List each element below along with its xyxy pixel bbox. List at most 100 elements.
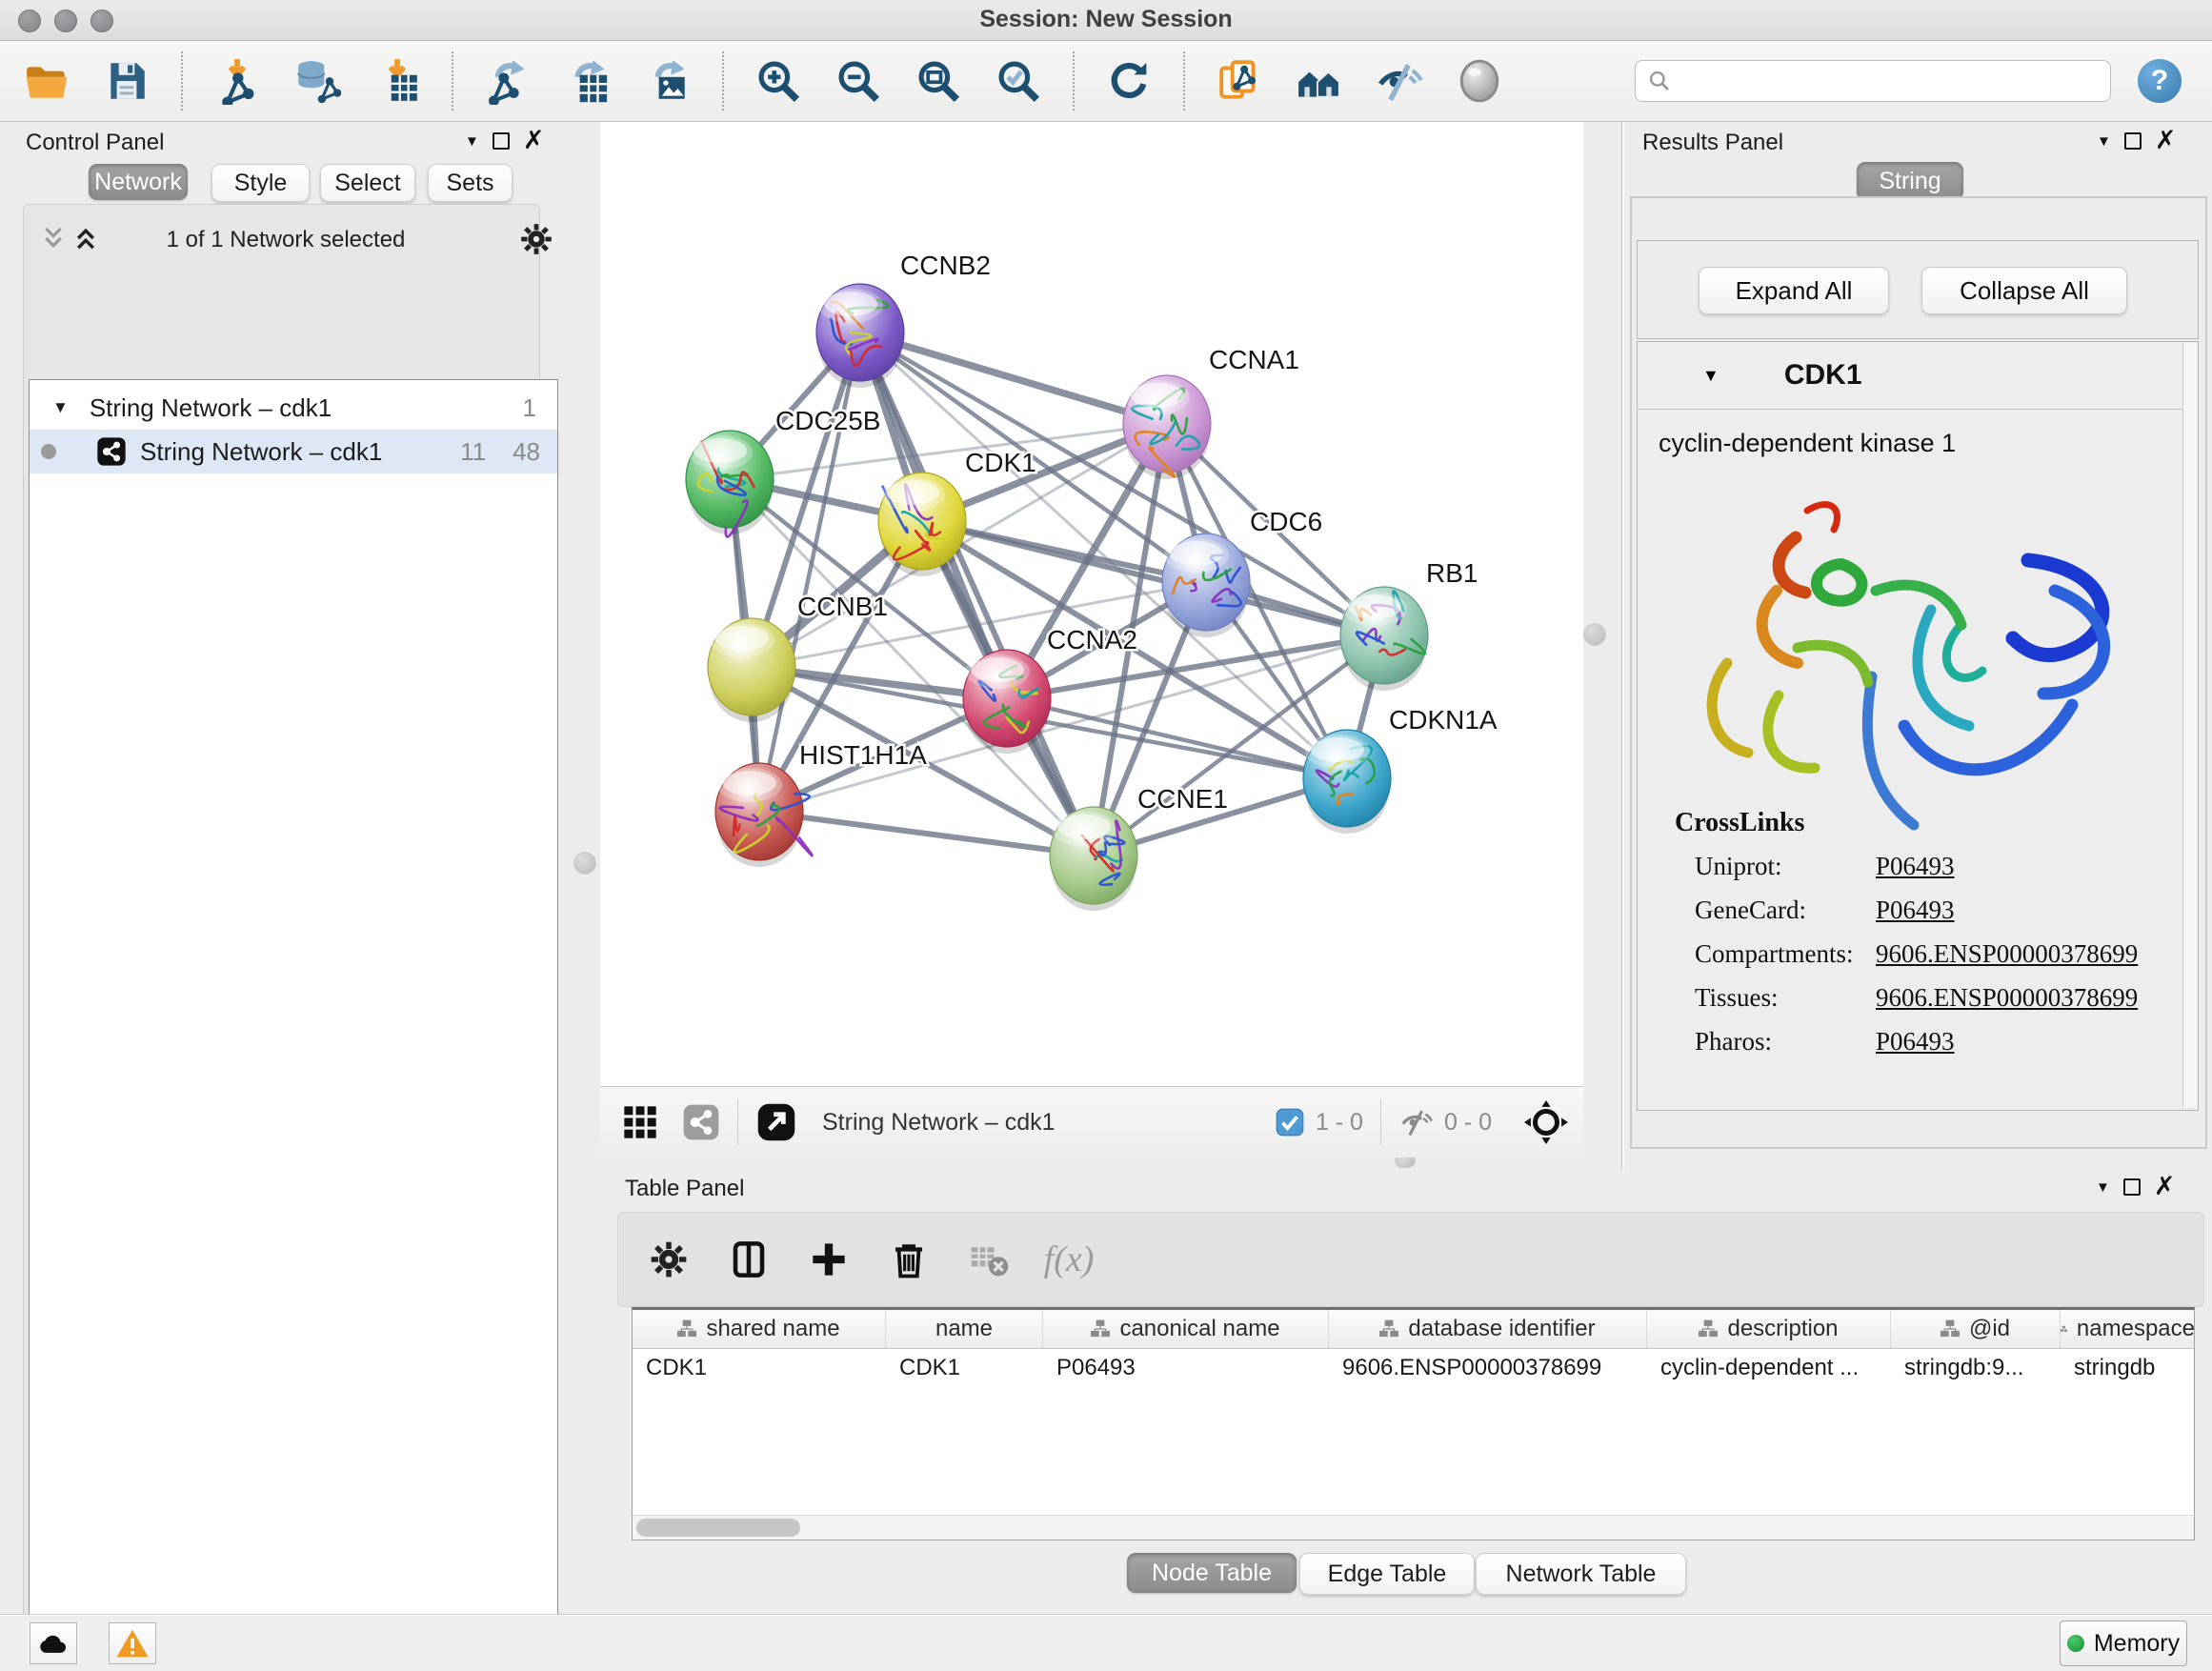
- network-collection-row[interactable]: ▼ String Network – cdk1 1: [30, 386, 557, 430]
- share-network-gray-icon[interactable]: [682, 1103, 720, 1141]
- warnings-button[interactable]: [109, 1622, 156, 1664]
- tab-style[interactable]: Style: [211, 164, 310, 202]
- export-network-icon[interactable]: [480, 53, 535, 109]
- cloud-status-button[interactable]: [30, 1622, 77, 1664]
- pharos-link[interactable]: P06493: [1876, 1027, 1955, 1057]
- string-network-graph[interactable]: CCNB2CCNA1CDC25BCDK1CDC6RB1CCNB1CCNA2CDK…: [600, 122, 1583, 1086]
- column-header--id[interactable]: @id: [1891, 1310, 2061, 1348]
- tab-network[interactable]: Network: [89, 164, 188, 200]
- table-row[interactable]: CDK1CDK1P064939606.ENSP00000378699cyclin…: [633, 1349, 2194, 1387]
- scrollbar-thumb[interactable]: [636, 1519, 800, 1537]
- compartments-link[interactable]: 9606.ENSP00000378699: [1876, 939, 2138, 969]
- hide-panels-icon[interactable]: [1372, 53, 1427, 109]
- zoom-out-icon[interactable]: [831, 53, 886, 109]
- table-horizontal-scrollbar[interactable]: [632, 1515, 2195, 1540]
- right-splitter-handle[interactable]: [1583, 623, 1606, 646]
- column-header-shared-name[interactable]: shared name: [633, 1310, 886, 1348]
- network-node-CDKN1A[interactable]: [1303, 730, 1391, 827]
- help-button[interactable]: ?: [2138, 59, 2182, 103]
- network-row-selected[interactable]: String Network – cdk1 11 48: [30, 430, 557, 473]
- gene-section-header[interactable]: ▼ CDK1: [1638, 342, 2196, 410]
- import-database-icon[interactable]: [290, 53, 345, 109]
- crosslink-label: Tissues:: [1695, 983, 1779, 1013]
- control-panel-float-icon[interactable]: [493, 132, 510, 150]
- network-node-CDK1[interactable]: [878, 473, 966, 570]
- network-options-gear-icon[interactable]: [518, 221, 554, 257]
- control-panel-collapse-icon[interactable]: ▼: [465, 133, 479, 150]
- zoom-fit-icon[interactable]: [911, 53, 966, 109]
- fit-selected-crosshair-icon[interactable]: [1524, 1100, 1568, 1144]
- network-node-CDC6[interactable]: [1162, 534, 1250, 631]
- column-header-canonical-name[interactable]: canonical name: [1043, 1310, 1329, 1348]
- import-table-icon[interactable]: [370, 53, 425, 109]
- tab-sets[interactable]: Sets: [428, 164, 513, 202]
- network-node-CCNA2[interactable]: [963, 650, 1051, 747]
- table-panel-collapse-icon[interactable]: ▼: [2096, 1179, 2110, 1196]
- table-panel-float-icon[interactable]: [2123, 1178, 2141, 1196]
- title-bar: Session: New Session: [0, 0, 2212, 41]
- tab-node-table[interactable]: Node Table: [1127, 1553, 1297, 1593]
- table-cell[interactable]: P06493: [1043, 1349, 1329, 1387]
- tree-expander-icon[interactable]: ▼: [52, 398, 69, 417]
- toolbar-group: [183, 51, 453, 111]
- network-node-CDC25B[interactable]: [686, 431, 774, 536]
- birds-eye-grid-icon[interactable]: [621, 1103, 659, 1141]
- open-file-icon[interactable]: [19, 53, 74, 109]
- table-cell[interactable]: cyclin-dependent ...: [1647, 1349, 1891, 1387]
- uniprot-link[interactable]: P06493: [1876, 852, 1955, 881]
- results-panel-collapse-icon[interactable]: ▼: [2097, 133, 2111, 150]
- network-node-CCNE1[interactable]: [1050, 807, 1137, 904]
- node-label-CCNA2: CCNA2: [1047, 625, 1137, 654]
- export-image-icon[interactable]: [640, 53, 695, 109]
- column-header-database-identifier[interactable]: database identifier: [1329, 1310, 1647, 1348]
- memory-button[interactable]: Memory: [2060, 1621, 2187, 1666]
- table-cell[interactable]: stringdb: [2061, 1349, 2195, 1387]
- node-label-CDKN1A: CDKN1A: [1389, 705, 1498, 735]
- left-splitter-handle[interactable]: [573, 852, 596, 875]
- refresh-view-icon[interactable]: [1101, 53, 1156, 109]
- results-scrollbar[interactable]: [2182, 343, 2197, 1107]
- genecard-link[interactable]: P06493: [1876, 896, 1955, 925]
- tab-network-table[interactable]: Network Table: [1476, 1553, 1686, 1595]
- network-node-HIST1H1A[interactable]: [715, 763, 813, 860]
- gene-section-expander-icon[interactable]: ▼: [1702, 366, 1719, 386]
- table-cell[interactable]: CDK1: [633, 1349, 886, 1387]
- expand-all-button[interactable]: Expand All: [1699, 267, 1889, 314]
- export-table-icon[interactable]: [560, 53, 615, 109]
- save-session-icon[interactable]: [99, 53, 154, 109]
- table-cell[interactable]: CDK1: [886, 1349, 1043, 1387]
- show-all-icon[interactable]: [1452, 53, 1507, 109]
- tab-edge-table[interactable]: Edge Table: [1299, 1553, 1475, 1595]
- select-columns-icon[interactable]: [725, 1236, 773, 1283]
- network-node-CCNB1[interactable]: [708, 618, 795, 715]
- tab-string[interactable]: String: [1857, 162, 1963, 200]
- copy-share-icon[interactable]: [1212, 53, 1267, 109]
- zoom-in-icon[interactable]: [751, 53, 806, 109]
- memory-status-icon: [2067, 1635, 2084, 1652]
- table-settings-gear-icon[interactable]: [645, 1236, 693, 1283]
- delete-column-trash-icon[interactable]: [885, 1236, 933, 1283]
- zoom-selected-icon[interactable]: [991, 53, 1046, 109]
- collapse-all-networks-icon[interactable]: [40, 225, 67, 252]
- table-panel-close-icon[interactable]: ✗: [2154, 1178, 2176, 1197]
- open-in-new-window-icon[interactable]: [755, 1101, 797, 1143]
- home-icon[interactable]: [1292, 53, 1347, 109]
- control-panel-close-icon[interactable]: ✗: [523, 131, 545, 151]
- network-node-RB1[interactable]: [1340, 587, 1428, 684]
- network-canvas[interactable]: CCNB2CCNA1CDC25BCDK1CDC6RB1CCNB1CCNA2CDK…: [600, 122, 1583, 1086]
- add-column-plus-icon[interactable]: [805, 1236, 853, 1283]
- import-network-icon[interactable]: [210, 53, 265, 109]
- table-cell[interactable]: stringdb:9...: [1891, 1349, 2061, 1387]
- column-header-name[interactable]: name: [886, 1310, 1043, 1348]
- results-panel-float-icon[interactable]: [2124, 132, 2142, 150]
- tab-select[interactable]: Select: [320, 164, 415, 202]
- collapse-all-button[interactable]: Collapse All: [1921, 267, 2127, 314]
- table-cell[interactable]: 9606.ENSP00000378699: [1329, 1349, 1647, 1387]
- column-header-description[interactable]: description: [1647, 1310, 1891, 1348]
- search-input[interactable]: [1635, 60, 2111, 102]
- column-header-namespace[interactable]: namespace: [2061, 1310, 2195, 1348]
- network-node-CCNB2[interactable]: [816, 284, 904, 381]
- selected-nodes-checkbox-icon[interactable]: [1276, 1108, 1304, 1137]
- tissues-link[interactable]: 9606.ENSP00000378699: [1876, 983, 2138, 1013]
- results-panel-close-icon[interactable]: ✗: [2155, 131, 2177, 151]
